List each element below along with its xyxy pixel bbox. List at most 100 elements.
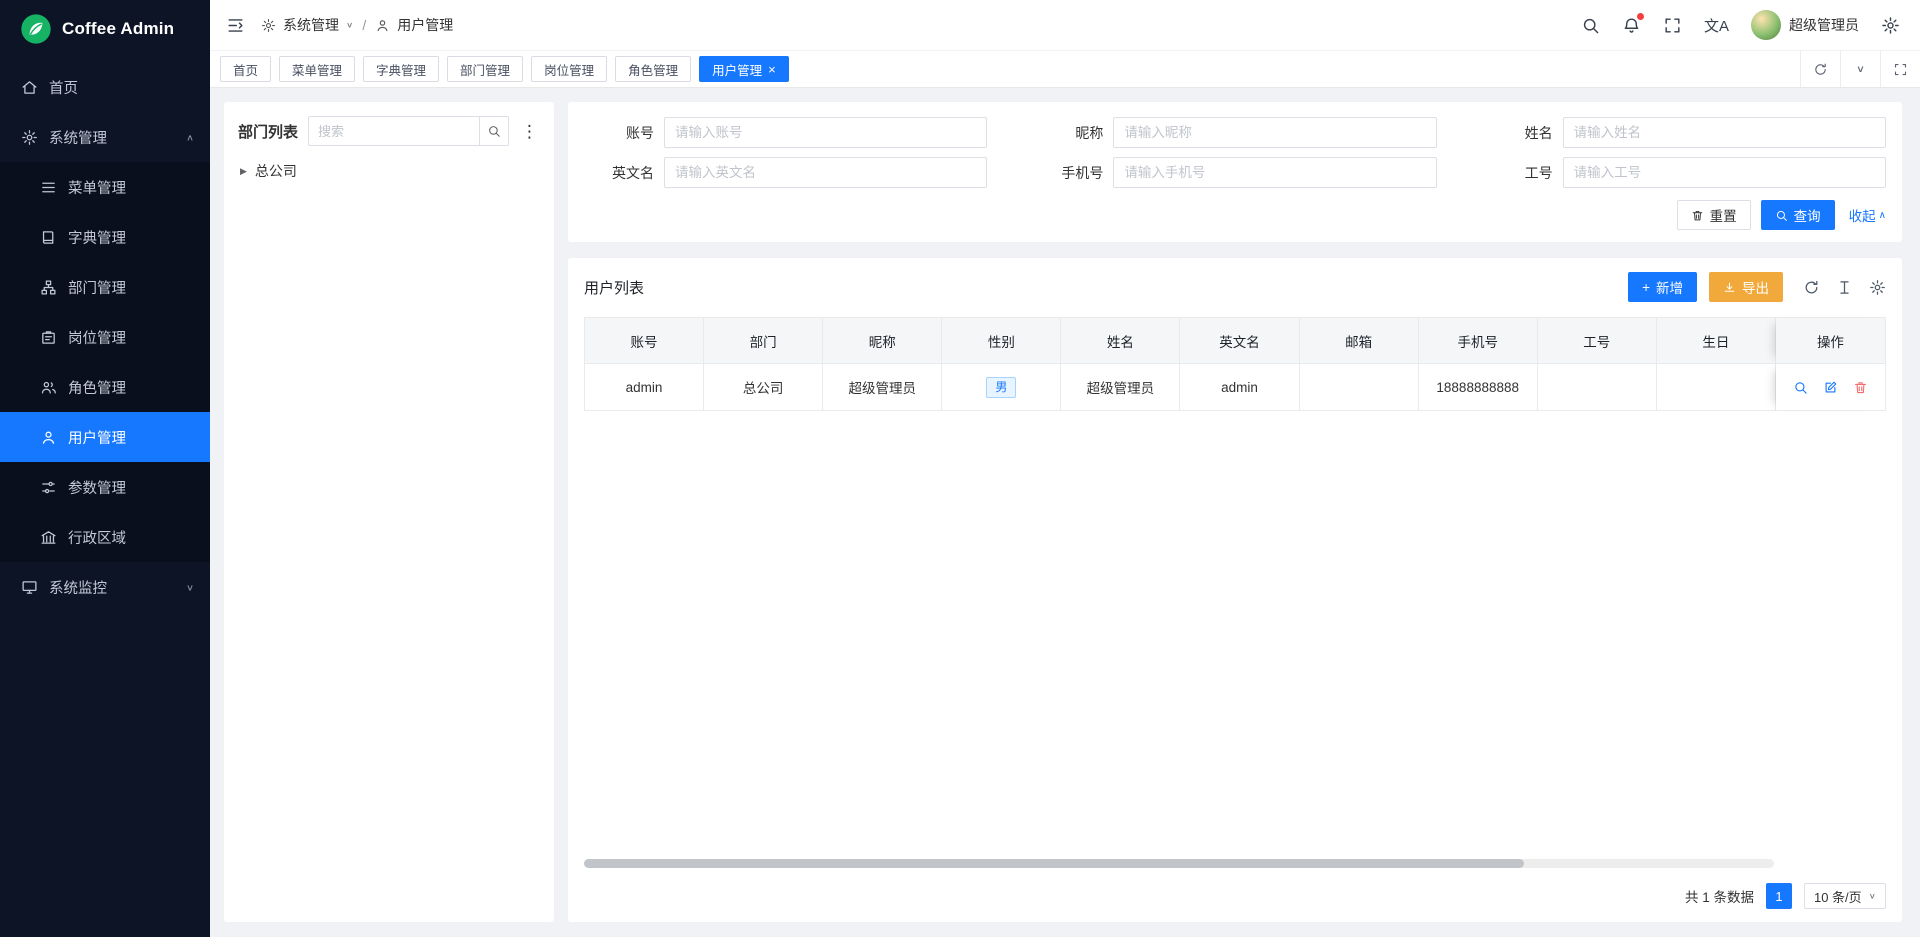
field-account: 账号 bbox=[584, 117, 987, 148]
field-phone: 手机号 bbox=[1033, 157, 1436, 188]
sidebar-item-role-management[interactable]: 角色管理 bbox=[0, 362, 210, 412]
english-name-input[interactable] bbox=[664, 157, 987, 188]
nickname-input[interactable] bbox=[1113, 117, 1436, 148]
job-no-input[interactable] bbox=[1563, 157, 1886, 188]
sidebar-item-dept-management[interactable]: 部门管理 bbox=[0, 262, 210, 312]
page-size-select[interactable]: 10 条/页 ∨ bbox=[1804, 883, 1886, 909]
notification-badge bbox=[1637, 13, 1644, 20]
search-form-buttons: 重置 查询 收起 ∧ bbox=[584, 200, 1886, 230]
tab-home[interactable]: 首页 bbox=[220, 56, 271, 82]
add-user-button[interactable]: + 新增 bbox=[1628, 272, 1697, 302]
reset-button[interactable]: 重置 bbox=[1677, 200, 1751, 230]
refresh-icon bbox=[1813, 62, 1828, 77]
column-header: 性别 bbox=[942, 317, 1061, 364]
department-panel-title: 部门列表 bbox=[238, 121, 298, 142]
global-search-button[interactable] bbox=[1581, 16, 1600, 35]
cell-english-name: admin bbox=[1180, 364, 1299, 411]
search-form-card: 账号 昵称 姓名 英文名 bbox=[568, 102, 1902, 242]
cell-actions bbox=[1776, 364, 1886, 411]
sidebar-item-label: 系统管理 bbox=[49, 127, 175, 148]
language-switch-button[interactable]: 文A bbox=[1704, 15, 1729, 36]
field-label: 工号 bbox=[1483, 163, 1563, 183]
name-input[interactable] bbox=[1563, 117, 1886, 148]
sidebar-item-system-monitor[interactable]: 系统监控 ∨ bbox=[0, 562, 210, 612]
column-header: 邮箱 bbox=[1300, 317, 1419, 364]
tab-user-management[interactable]: 用户管理 × bbox=[699, 56, 789, 82]
cell-dept: 总公司 bbox=[704, 364, 823, 411]
search-icon bbox=[1775, 209, 1788, 222]
tab-post-management[interactable]: 岗位管理 bbox=[531, 56, 607, 82]
avatar bbox=[1751, 10, 1781, 40]
user-icon bbox=[375, 18, 390, 33]
notifications-button[interactable] bbox=[1622, 16, 1641, 35]
expand-icon bbox=[1893, 62, 1908, 77]
sidebar-item-system-management[interactable]: 系统管理 ∧ bbox=[0, 112, 210, 162]
user-menu[interactable]: 超级管理员 bbox=[1751, 10, 1859, 40]
chevron-down-icon: ∨ bbox=[1869, 892, 1876, 901]
chevron-up-icon: ∧ bbox=[186, 132, 194, 142]
page-number-button[interactable]: 1 bbox=[1766, 883, 1792, 909]
settings-button[interactable] bbox=[1881, 16, 1900, 35]
search-icon bbox=[487, 124, 501, 138]
gear-icon bbox=[261, 18, 276, 33]
tab-options-button[interactable]: ∨ bbox=[1840, 51, 1880, 87]
tab-dept-management[interactable]: 部门管理 bbox=[447, 56, 523, 82]
cell-job-no bbox=[1538, 364, 1657, 411]
breadcrumb-item-system[interactable]: 系统管理 bbox=[283, 15, 339, 35]
export-button[interactable]: 导出 bbox=[1709, 272, 1783, 302]
refresh-icon[interactable] bbox=[1803, 279, 1820, 296]
pagination-total: 共 1 条数据 bbox=[1685, 886, 1754, 906]
sidebar-item-user-management[interactable]: 用户管理 bbox=[0, 412, 210, 462]
department-panel: 部门列表 ⋮ ▶ 总公司 bbox=[224, 102, 554, 922]
table-title: 用户列表 bbox=[584, 277, 644, 298]
sidebar-item-post-management[interactable]: 岗位管理 bbox=[0, 312, 210, 362]
sidebar-item-menu-management[interactable]: 菜单管理 bbox=[0, 162, 210, 212]
trash-icon bbox=[1691, 209, 1704, 222]
tab-menu-management[interactable]: 菜单管理 bbox=[279, 56, 355, 82]
sidebar-item-admin-region[interactable]: 行政区域 bbox=[0, 512, 210, 562]
column-header: 生日 bbox=[1657, 317, 1776, 364]
tab-close-icon[interactable]: × bbox=[768, 63, 776, 76]
cell-birthday bbox=[1657, 364, 1776, 411]
content-fullscreen-button[interactable] bbox=[1880, 51, 1920, 87]
sidebar-item-home[interactable]: 首页 bbox=[0, 62, 210, 112]
sidebar-collapse-button[interactable] bbox=[226, 16, 245, 35]
chevron-down-icon: ∨ bbox=[346, 21, 353, 30]
fullscreen-button[interactable] bbox=[1663, 16, 1682, 35]
sidebar-menu: 首页 系统管理 ∧ 菜单管理 字典管理 部门管理 bbox=[0, 58, 210, 937]
tree-node-label: 总公司 bbox=[255, 161, 297, 181]
sidebar-item-param-management[interactable]: 参数管理 bbox=[0, 462, 210, 512]
app-root: Coffee Admin 首页 系统管理 ∧ 菜单管理 字典管理 bbox=[0, 0, 1920, 937]
field-label: 手机号 bbox=[1033, 163, 1113, 183]
tab-dict-management[interactable]: 字典管理 bbox=[363, 56, 439, 82]
department-search-input[interactable] bbox=[308, 116, 479, 146]
edit-icon[interactable] bbox=[1823, 380, 1838, 395]
table-tools bbox=[1803, 279, 1886, 296]
tree-node-head-office[interactable]: ▶ 总公司 bbox=[238, 161, 540, 181]
sidebar-item-label: 系统监控 bbox=[49, 577, 175, 598]
horizontal-scrollbar-thumb[interactable] bbox=[584, 859, 1524, 868]
refresh-tab-button[interactable] bbox=[1800, 51, 1840, 87]
phone-input[interactable] bbox=[1113, 157, 1436, 188]
caret-right-icon[interactable]: ▶ bbox=[240, 166, 247, 177]
field-label: 账号 bbox=[584, 123, 664, 143]
column-settings-icon[interactable] bbox=[1869, 279, 1886, 296]
sidebar-item-dict-management[interactable]: 字典管理 bbox=[0, 212, 210, 262]
sidebar: Coffee Admin 首页 系统管理 ∧ 菜单管理 字典管理 bbox=[0, 0, 210, 937]
department-search-button[interactable] bbox=[479, 116, 509, 146]
chevron-up-icon: ∧ bbox=[1879, 210, 1886, 221]
tab-role-management[interactable]: 角色管理 bbox=[615, 56, 691, 82]
topbar: 系统管理 ∨ / 用户管理 文A bbox=[210, 0, 1920, 50]
org-icon bbox=[40, 279, 57, 296]
field-label: 姓名 bbox=[1483, 123, 1563, 143]
delete-icon[interactable] bbox=[1853, 380, 1868, 395]
collapse-form-link[interactable]: 收起 ∧ bbox=[1849, 205, 1886, 225]
query-button[interactable]: 查询 bbox=[1761, 200, 1835, 230]
monitor-icon bbox=[21, 579, 38, 596]
row-action-icons bbox=[1793, 380, 1868, 395]
department-more-button[interactable]: ⋮ bbox=[519, 123, 540, 140]
account-input[interactable] bbox=[664, 117, 987, 148]
field-label: 英文名 bbox=[584, 163, 664, 183]
row-height-icon[interactable] bbox=[1836, 279, 1853, 296]
view-icon[interactable] bbox=[1793, 380, 1808, 395]
